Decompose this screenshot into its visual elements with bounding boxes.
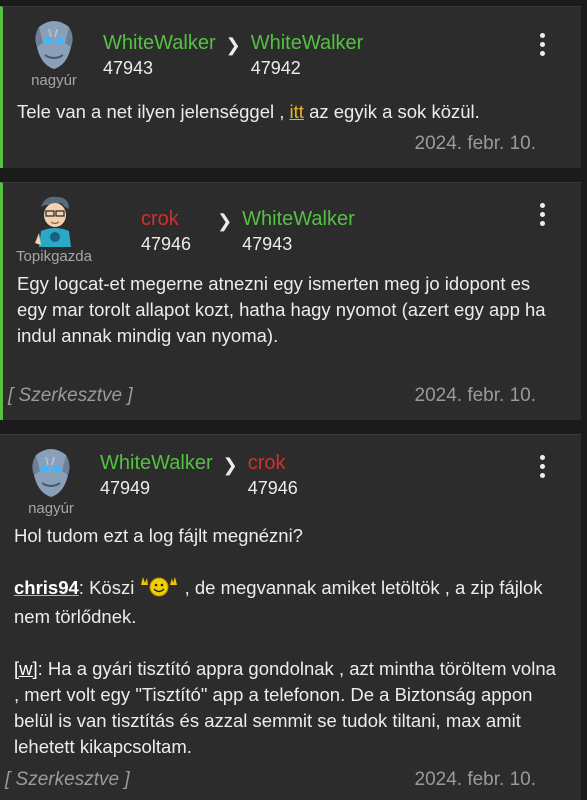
more-options-icon[interactable]: [540, 203, 546, 230]
quote-link[interactable]: [w]: [14, 658, 38, 679]
post-number[interactable]: 47946: [141, 231, 191, 257]
post-body: Tele van a net ilyen jelenséggel , itt a…: [17, 99, 557, 125]
edited-link[interactable]: [ Szerkesztve ]: [8, 385, 133, 407]
chevron-right-icon: ❯: [225, 35, 241, 55]
post-footer: [ Szerkesztve ] 2024. febr. 10.: [5, 769, 536, 791]
user-rank: nagyúr: [28, 500, 74, 517]
author-name[interactable]: crok: [141, 207, 191, 231]
author-name[interactable]: WhiteWalker: [103, 31, 216, 55]
more-options-icon[interactable]: [540, 33, 546, 60]
post-text: Tele van a net ilyen jelenséggel ,: [17, 101, 290, 122]
reply-target[interactable]: crok 47946: [248, 451, 298, 501]
reply-target-name[interactable]: WhiteWalker: [242, 207, 355, 231]
post-number[interactable]: 47949: [100, 475, 213, 501]
author-block[interactable]: Topikgazda: [13, 193, 95, 265]
post-card: nagyúr WhiteWalker 47943 ❯ WhiteWalker 4…: [0, 6, 581, 168]
reply-target-number[interactable]: 47946: [248, 475, 298, 501]
post-text: Hol tudom ezt a log fájlt megnézni?: [14, 525, 303, 546]
reply-target-number[interactable]: 47942: [251, 55, 364, 81]
author[interactable]: crok 47946: [141, 207, 191, 257]
avatar[interactable]: [31, 193, 77, 247]
user-rank: nagyúr: [31, 72, 77, 89]
smiley-icon: [139, 575, 179, 604]
reply-header: crok 47946 ❯ WhiteWalker 47943: [141, 207, 355, 257]
author-block[interactable]: nagyúr: [10, 445, 92, 517]
post-date: 2024. febr. 10.: [414, 385, 537, 406]
post-body: Hol tudom ezt a log fájlt megnézni? chri…: [14, 523, 559, 760]
post-footer: [ Szerkesztve ] 2024. febr. 10.: [8, 385, 536, 407]
reply-header: WhiteWalker 47949 ❯ crok 47946: [100, 451, 298, 501]
post-card: nagyúr WhiteWalker 47949 ❯ crok 47946 Ho…: [0, 434, 581, 800]
author-name[interactable]: WhiteWalker: [100, 451, 213, 475]
author[interactable]: WhiteWalker 47943: [103, 31, 216, 81]
reply-target-name[interactable]: crok: [248, 451, 298, 475]
post-number[interactable]: 47943: [103, 55, 216, 81]
author[interactable]: WhiteWalker 47949: [100, 451, 213, 501]
post-text: Egy logcat-et megerne atnezni egy ismert…: [17, 273, 546, 346]
post-link[interactable]: itt: [290, 101, 304, 122]
post-text: az egyik a sok közül.: [303, 101, 480, 122]
reply-header: WhiteWalker 47943 ❯ WhiteWalker 47942: [103, 31, 363, 81]
reply-target[interactable]: WhiteWalker 47943: [242, 207, 355, 257]
chevron-right-icon: ❯: [217, 211, 233, 231]
post-body: Egy logcat-et megerne atnezni egy ismert…: [17, 271, 547, 349]
reply-target[interactable]: WhiteWalker 47942: [251, 31, 364, 81]
post-footer: 2024. febr. 10.: [8, 133, 537, 155]
avatar[interactable]: [31, 17, 77, 71]
edited-link[interactable]: [ Szerkesztve ]: [5, 769, 130, 791]
post-date: 2024. febr. 10.: [414, 769, 537, 790]
user-rank: Topikgazda: [16, 248, 92, 265]
post-text: : Köszi: [78, 577, 140, 598]
chevron-right-icon: ❯: [222, 455, 238, 475]
mention-link[interactable]: chris94: [14, 577, 79, 598]
post-text: : Ha a gyári tisztító appra gondolnak , …: [14, 658, 556, 757]
avatar[interactable]: [28, 445, 74, 499]
reply-target-number[interactable]: 47943: [242, 231, 355, 257]
reply-target-name[interactable]: WhiteWalker: [251, 31, 364, 55]
post-card: Topikgazda crok 47946 ❯ WhiteWalker 4794…: [0, 182, 581, 420]
post-date: 2024. febr. 10.: [414, 133, 537, 154]
more-options-icon[interactable]: [540, 455, 546, 482]
author-block[interactable]: nagyúr: [13, 17, 95, 89]
